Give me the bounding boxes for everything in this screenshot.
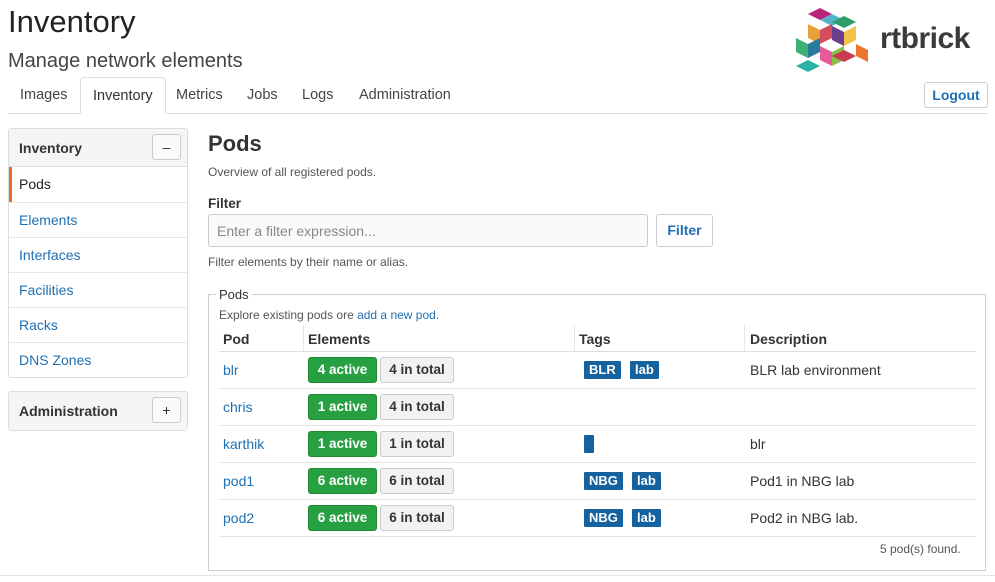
explore-suffix: . (435, 308, 440, 322)
sidebar-inventory-title: Inventory (19, 140, 83, 156)
column-header-description: Description (750, 331, 828, 347)
section-title: Pods (208, 131, 262, 156)
sidebar-item-dns-zones[interactable]: DNS Zones (9, 342, 187, 377)
page-subtitle: Manage network elements (8, 50, 243, 72)
pod-description: Pod2 in NBG lab. (750, 510, 859, 526)
sidebar-inventory-header: Inventory – (9, 129, 187, 167)
expand-administration-button[interactable]: + (152, 397, 181, 423)
logo-text: rtbrick (880, 22, 970, 55)
sidebar-administration-title: Administration (19, 403, 118, 419)
pods-legend: Pods (216, 287, 252, 302)
column-separator (744, 325, 745, 351)
column-separator (574, 325, 575, 351)
logout-button[interactable]: Logout (924, 82, 988, 108)
filter-label: Filter (208, 196, 242, 211)
collapse-inventory-button[interactable]: – (152, 134, 181, 160)
filter-input[interactable] (208, 214, 648, 247)
section-description: Overview of all registered pods. (208, 165, 377, 179)
pod-link[interactable]: pod2 (223, 510, 254, 526)
explore-prefix: Explore existing pods ore (219, 308, 358, 322)
total-elements-button[interactable]: 1 in total (380, 431, 454, 457)
tag-badge: NBG (584, 472, 623, 490)
active-elements-button[interactable]: 6 active (308, 468, 377, 494)
sidebar-administration-header: Administration + (9, 392, 187, 430)
total-elements-button[interactable]: 6 in total (380, 468, 454, 494)
pod-link[interactable]: blr (223, 362, 239, 378)
active-elements-button[interactable]: 1 active (308, 431, 377, 457)
sidebar-inventory-panel: Inventory – Pods Elements Interfaces Fac… (8, 128, 188, 378)
filter-help-text: Filter elements by their name or alias. (208, 255, 409, 269)
tab-inventory[interactable]: Inventory (80, 77, 166, 114)
tag-badge: lab (632, 472, 661, 490)
active-elements-button[interactable]: 4 active (308, 357, 377, 383)
column-separator (303, 325, 304, 351)
table-row: pod2 6 active 6 in total NBG lab Pod2 in… (219, 500, 976, 537)
tab-administration[interactable]: Administration (347, 77, 463, 114)
table-row: blr 4 active 4 in total BLR lab BLR lab … (219, 352, 976, 389)
add-pod-link[interactable]: add a new pod (357, 308, 436, 322)
table-row: karthik 1 active 1 in total blr (219, 426, 976, 463)
tab-jobs[interactable]: Jobs (235, 77, 290, 114)
active-elements-button[interactable]: 1 active (308, 394, 377, 420)
tag-badge: lab (630, 361, 659, 379)
total-elements-button[interactable]: 4 in total (380, 357, 454, 383)
column-header-tags: Tags (579, 331, 611, 347)
tab-logs[interactable]: Logs (290, 77, 345, 114)
tab-images[interactable]: Images (8, 77, 80, 114)
sidebar-item-racks[interactable]: Racks (9, 307, 187, 342)
explore-text: Explore existing pods ore add a new pod. (219, 308, 439, 322)
tag-badge: BLR (584, 361, 621, 379)
sidebar-item-facilities[interactable]: Facilities (9, 272, 187, 307)
pod-description: blr (750, 436, 766, 452)
pod-link[interactable]: chris (223, 399, 253, 415)
active-elements-button[interactable]: 6 active (308, 505, 377, 531)
tag-badge: NBG (584, 509, 623, 527)
page-title: Inventory (8, 4, 136, 39)
column-header-pod: Pod (223, 331, 250, 347)
filter-button[interactable]: Filter (656, 214, 713, 247)
main-nav: Images Inventory Metrics Jobs Logs Admin… (8, 77, 988, 114)
tab-metrics[interactable]: Metrics (164, 77, 235, 114)
tag-badge (584, 435, 594, 453)
sidebar-item-pods[interactable]: Pods (9, 167, 187, 202)
table-row: pod1 6 active 6 in total NBG lab Pod1 in… (219, 463, 976, 500)
sidebar-item-elements[interactable]: Elements (9, 202, 187, 237)
pod-link[interactable]: pod1 (223, 473, 254, 489)
page-bottom-divider (0, 575, 995, 576)
sidebar-administration-panel: Administration + (8, 391, 188, 431)
pod-description: Pod1 in NBG lab (750, 473, 855, 489)
pod-link[interactable]: karthik (223, 436, 264, 452)
pods-found-count: 5 pod(s) found. (880, 542, 961, 556)
pod-description: BLR lab environment (750, 362, 881, 378)
column-header-elements: Elements (308, 331, 371, 347)
table-row: chris 1 active 4 in total (219, 389, 976, 426)
tag-badge: lab (632, 509, 661, 527)
total-elements-button[interactable]: 6 in total (380, 505, 454, 531)
total-elements-button[interactable]: 4 in total (380, 394, 454, 420)
sidebar-item-interfaces[interactable]: Interfaces (9, 237, 187, 272)
